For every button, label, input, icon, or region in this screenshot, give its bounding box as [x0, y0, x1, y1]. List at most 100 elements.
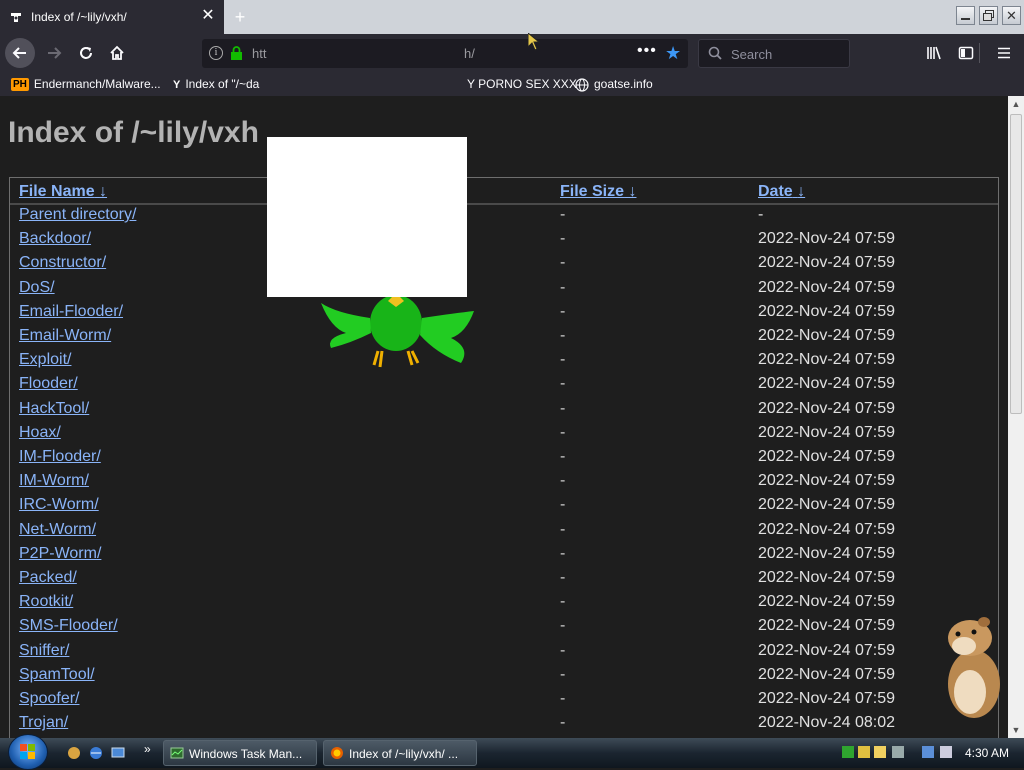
- table-row: Constructor/ - 2022-Nov-24 07:59: [10, 254, 998, 278]
- file-size: -: [560, 278, 566, 296]
- start-button[interactable]: [8, 734, 48, 770]
- file-link[interactable]: Parent directory/: [19, 206, 136, 224]
- menu-button[interactable]: [990, 39, 1018, 67]
- file-link[interactable]: Backdoor/: [19, 230, 91, 248]
- site-info-icon[interactable]: i: [209, 46, 223, 60]
- file-link[interactable]: SpamTool/: [19, 666, 95, 684]
- home-button[interactable]: [103, 39, 131, 67]
- column-header-file-size[interactable]: File Size ↓: [560, 183, 636, 201]
- lock-icon[interactable]: [230, 46, 243, 60]
- file-link[interactable]: Constructor/: [19, 254, 106, 272]
- sort-arrow-icon: ↓: [99, 183, 108, 200]
- reload-button[interactable]: [72, 39, 100, 67]
- table-row: SpamTool/ - 2022-Nov-24 07:59: [10, 666, 998, 690]
- minimize-button[interactable]: [956, 6, 975, 25]
- yp-icon: Y: [173, 78, 181, 91]
- taskbar-item-browser[interactable]: Index of /~lily/vxh/ ...: [323, 740, 477, 766]
- file-link[interactable]: Rootkit/: [19, 593, 73, 611]
- windows-logo-icon: [20, 744, 35, 759]
- ph-icon: PH: [11, 78, 29, 92]
- url-bar[interactable]: i htt h/ ••• ★: [202, 39, 688, 68]
- network-icon[interactable]: [922, 746, 934, 758]
- vertical-scrollbar[interactable]: ▲ ▼: [1008, 96, 1024, 738]
- scrollbar-thumb[interactable]: [1010, 114, 1022, 414]
- show-desktop-icon[interactable]: [110, 745, 126, 761]
- file-size: -: [560, 665, 566, 683]
- file-date: 2022-Nov-24 07:59: [758, 641, 895, 659]
- taskbar-clock[interactable]: 4:30 AM: [965, 746, 1009, 760]
- home-icon: [110, 45, 124, 60]
- tray-app-icon[interactable]: [842, 746, 854, 758]
- file-date: -: [758, 206, 764, 223]
- file-link[interactable]: Spoofer/: [19, 690, 79, 708]
- bookmark-item[interactable]: Y PORNO SEX XXX: [467, 77, 577, 91]
- file-date: 2022-Nov-24 07:59: [758, 617, 895, 635]
- file-link[interactable]: IM-Flooder/: [19, 448, 101, 466]
- new-tab-button[interactable]: +: [230, 7, 250, 27]
- column-header-date[interactable]: Date ↓: [758, 183, 805, 201]
- toolbar-divider: [979, 43, 980, 63]
- file-date: 2022-Nov-24 07:59: [758, 254, 895, 272]
- table-row: Parent directory/ - -: [10, 206, 998, 230]
- bookmark-item[interactable]: Y Index of "/~da: [173, 77, 259, 91]
- file-link[interactable]: SMS-Flooder/: [19, 617, 118, 635]
- page-title: Index of /~lily/vxh: [8, 116, 259, 149]
- file-link[interactable]: Exploit/: [19, 351, 71, 369]
- url-text[interactable]: htt: [252, 46, 266, 61]
- page-content: Index of /~lily/vxh File Name ↓ File Siz…: [0, 96, 1008, 738]
- file-date: 2022-Nov-24 07:59: [758, 496, 895, 514]
- file-date: 2022-Nov-24 07:59: [758, 472, 895, 490]
- table-row: Email-Flooder/ - 2022-Nov-24 07:59: [10, 303, 998, 327]
- search-input[interactable]: Search: [698, 39, 850, 68]
- file-link[interactable]: IM-Worm/: [19, 472, 89, 490]
- file-link[interactable]: Flooder/: [19, 375, 78, 393]
- file-link[interactable]: Trojan/: [19, 714, 68, 732]
- file-link[interactable]: P2P-Worm/: [19, 545, 101, 563]
- tab-active[interactable]: Index of /~lily/vxh/ ✕: [0, 0, 224, 34]
- file-link[interactable]: Net-Worm/: [19, 521, 96, 539]
- quicklaunch-browser-icon[interactable]: [88, 745, 104, 761]
- file-link[interactable]: Sniffer/: [19, 642, 69, 660]
- bookmarks-bar: PH Endermanch/Malware... Y Index of "/~da …: [0, 72, 1024, 97]
- table-row: Sniffer/ - 2022-Nov-24 07:59: [10, 642, 998, 666]
- file-size: -: [560, 230, 566, 248]
- file-size: -: [560, 254, 566, 272]
- sidebar-toggle-button[interactable]: [952, 39, 980, 67]
- quicklaunch-icon[interactable]: [66, 745, 82, 761]
- library-button[interactable]: [920, 39, 948, 67]
- reload-icon: [80, 47, 92, 59]
- back-button[interactable]: [5, 38, 35, 68]
- tab-title: Index of /~lily/vxh/: [31, 10, 127, 24]
- bookmark-star-icon[interactable]: ★: [665, 43, 681, 64]
- bookmark-item[interactable]: goatse.info: [575, 77, 653, 92]
- volume-icon[interactable]: [940, 746, 952, 758]
- forward-button[interactable]: [40, 39, 68, 67]
- file-date: 2022-Nov-24 07:59: [758, 230, 895, 248]
- file-link[interactable]: DoS/: [19, 279, 55, 297]
- restore-button[interactable]: [979, 6, 998, 25]
- tray-app-icon[interactable]: [874, 746, 886, 758]
- file-link[interactable]: IRC-Worm/: [19, 496, 99, 514]
- close-window-button[interactable]: ✕: [1002, 6, 1021, 25]
- url-text-tail[interactable]: h/: [464, 46, 475, 61]
- scroll-up-icon[interactable]: ▲: [1008, 96, 1024, 112]
- bookmark-item[interactable]: PH Endermanch/Malware...: [11, 77, 161, 92]
- table-row: Trojan/ - 2022-Nov-24 08:02: [10, 714, 998, 738]
- quicklaunch-overflow-icon[interactable]: »: [144, 742, 151, 756]
- page-actions-icon[interactable]: •••: [637, 42, 657, 60]
- file-link[interactable]: Packed/: [19, 569, 77, 587]
- close-tab-icon[interactable]: ✕: [200, 8, 216, 24]
- column-header-file-name[interactable]: File Name ↓: [19, 183, 107, 201]
- table-row: IRC-Worm/ - 2022-Nov-24 07:59: [10, 496, 998, 520]
- taskbar-item-task-manager[interactable]: Windows Task Man...: [163, 740, 317, 766]
- scroll-down-icon[interactable]: ▼: [1008, 722, 1024, 738]
- file-link[interactable]: Email-Flooder/: [19, 303, 123, 321]
- library-icon: [927, 46, 941, 60]
- tray-app-icon[interactable]: [892, 746, 904, 758]
- file-link[interactable]: HackTool/: [19, 400, 89, 418]
- file-link[interactable]: Email-Worm/: [19, 327, 111, 345]
- file-link[interactable]: Hoax/: [19, 424, 61, 442]
- tray-app-icon[interactable]: [858, 746, 870, 758]
- file-size: -: [560, 351, 566, 369]
- file-size: -: [560, 423, 566, 441]
